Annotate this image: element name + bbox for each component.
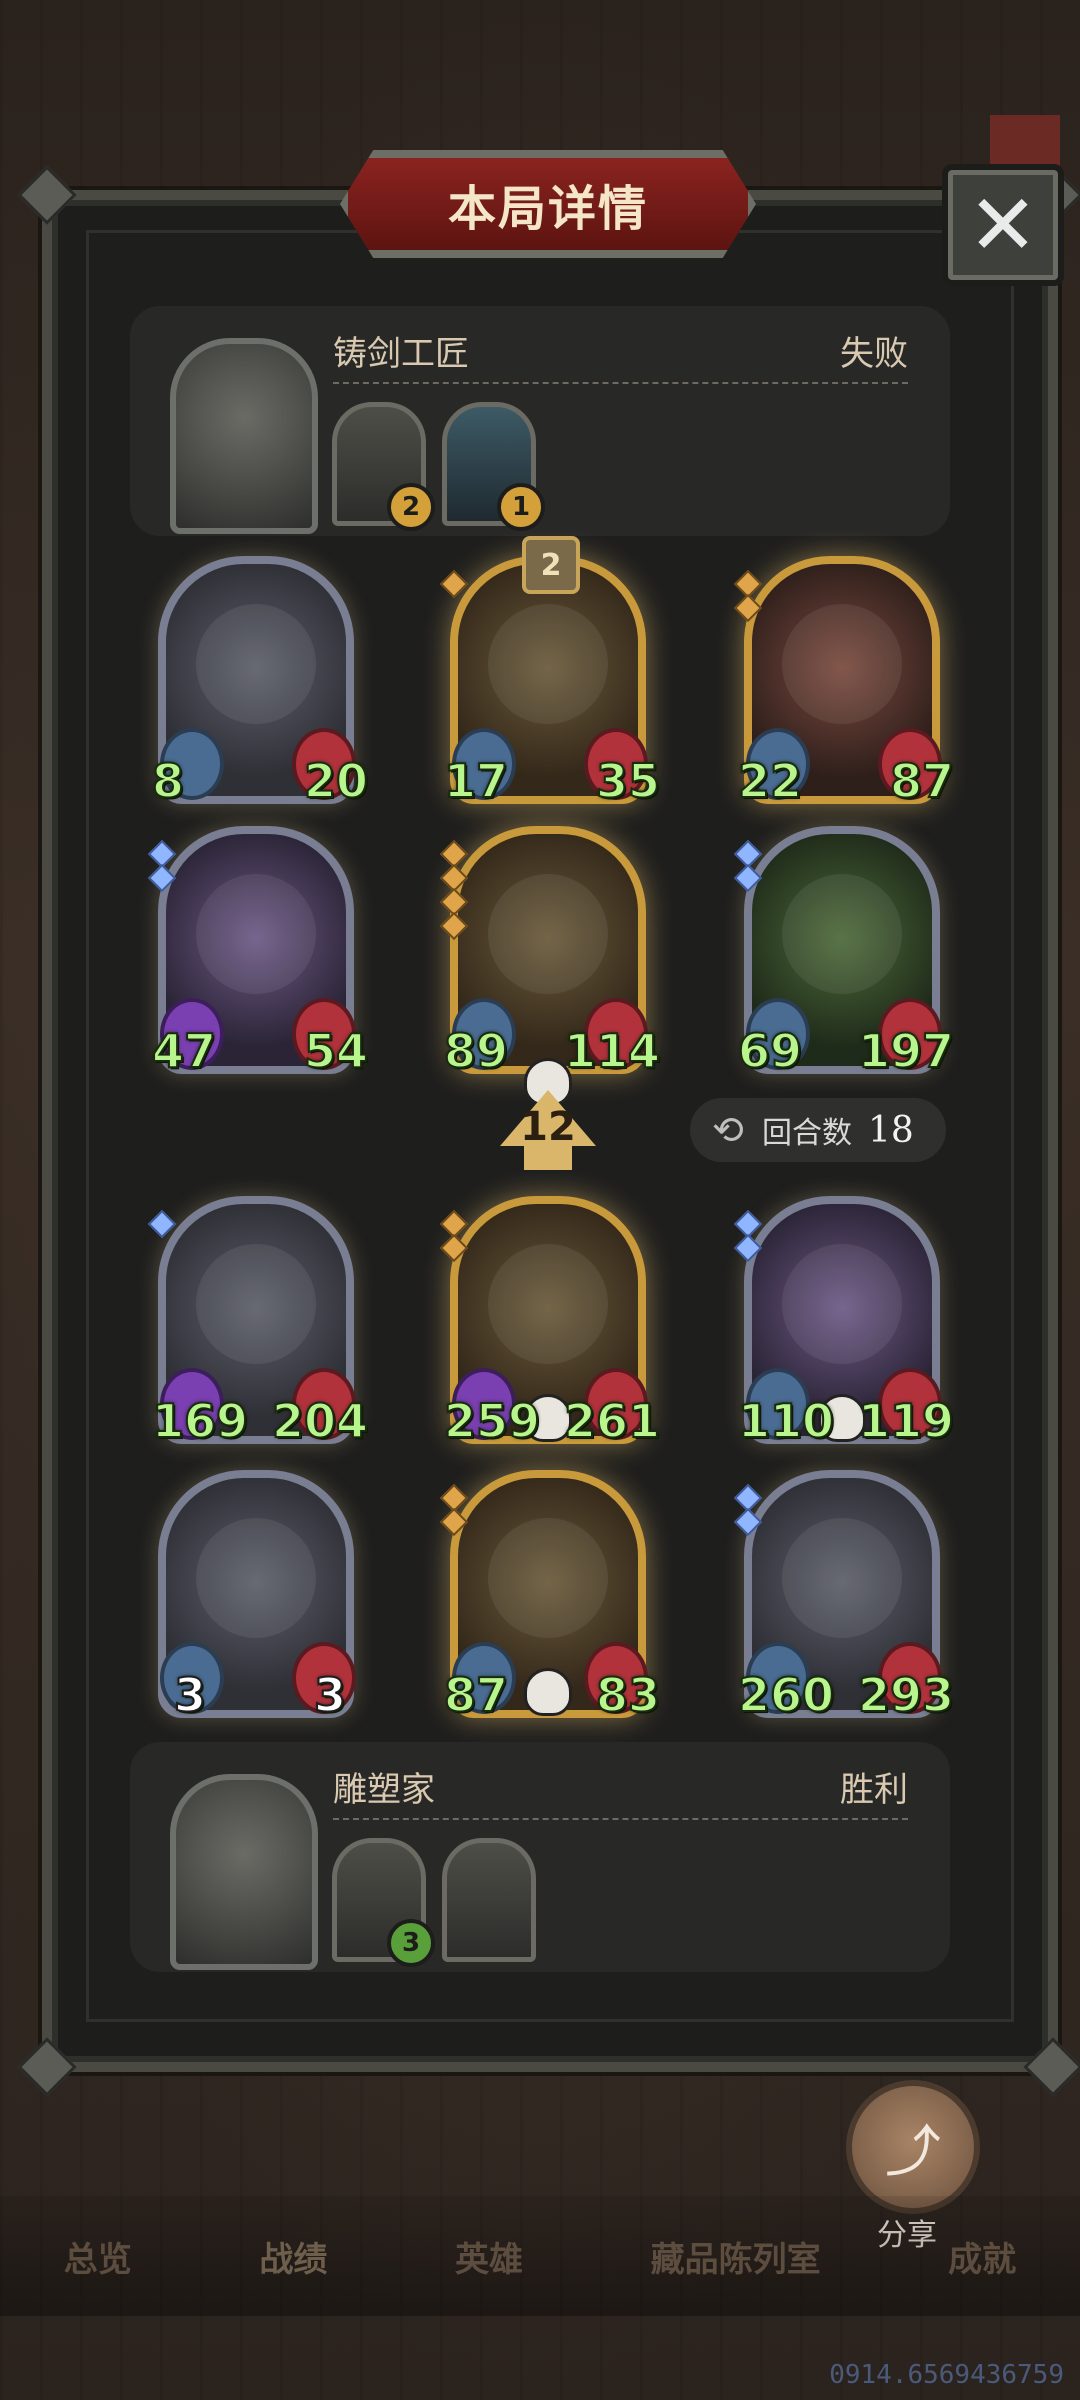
hero-art [196, 874, 316, 994]
rounds-value: 18 [868, 1109, 914, 1151]
hero-art [782, 604, 902, 724]
attack-value: 169 [151, 1393, 249, 1449]
tier-pips [733, 1209, 763, 1263]
refresh-icon: ⟲ [712, 1108, 744, 1152]
opponent-result: 失败 [840, 334, 908, 374]
hero-card-goblin[interactable]: 69 197 [733, 826, 955, 1079]
hero-art [196, 1244, 316, 1364]
hero-card-brute[interactable]: 260 293 [733, 1470, 955, 1723]
hero-card-rat[interactable]: 8 20 [151, 556, 369, 809]
attack-value: 47 [151, 1023, 217, 1079]
hero-art [488, 1244, 608, 1364]
opponent-avatar[interactable] [170, 338, 318, 534]
opponent-item-book[interactable]: 2 [332, 402, 435, 531]
nav-record[interactable]: 战绩 [259, 2232, 327, 2281]
hero-art [196, 1518, 316, 1638]
hero-card-clown[interactable]: 22 87 [733, 556, 955, 809]
item-count-badge: 1 [497, 483, 545, 531]
opponent-item-card[interactable]: 1 [442, 402, 545, 531]
health-value: 293 [857, 1667, 955, 1723]
attack-value: 17 [443, 753, 509, 809]
close-icon: ✕ [967, 176, 1039, 274]
hero-art [196, 604, 316, 724]
hero-card-bat[interactable]: 47 54 [147, 826, 369, 1079]
opponent-name: 铸剑工匠 [333, 334, 469, 374]
health-value: 261 [563, 1393, 661, 1449]
hero-art [782, 1518, 902, 1638]
tier-pips [439, 1209, 469, 1263]
tier-pips [733, 1483, 763, 1537]
hero-art [488, 1518, 608, 1638]
item-count-badge: 3 [387, 1919, 435, 1967]
health-value: 204 [271, 1393, 369, 1449]
attack-value: 259 [443, 1393, 541, 1449]
nav-heroes[interactable]: 英雄 [455, 2232, 523, 2281]
hero-card-flamingo[interactable]: 2 17 35 [439, 536, 661, 809]
hero-card-panther[interactable]: 259 261 [439, 1196, 661, 1449]
hero-art [782, 1244, 902, 1364]
title-plate: 本局详情 [340, 150, 756, 258]
close-button[interactable]: ✕ [942, 164, 1064, 286]
health-value: 54 [303, 1023, 369, 1079]
tier-pips [147, 1209, 177, 1239]
tier-pips [439, 839, 469, 941]
health-value: 114 [563, 1023, 661, 1079]
attack-value: 8 [151, 753, 185, 809]
self-item-relic[interactable] [442, 1838, 536, 1962]
attack-value: 69 [737, 1023, 803, 1079]
tier-pips [733, 839, 763, 893]
self-player-box: 雕塑家 胜利 3 [130, 1742, 950, 1972]
tier-pips [439, 569, 469, 599]
opponent-player-box: 铸剑工匠 失败 2 1 [130, 306, 950, 536]
attack-value: 110 [737, 1393, 835, 1449]
health-value: 197 [857, 1023, 955, 1079]
rounds-indicator: ⟲ 回合数 18 [690, 1098, 946, 1162]
self-avatar[interactable] [170, 1774, 318, 1970]
health-value: 119 [857, 1393, 955, 1449]
nav-achievements[interactable]: 成就 [948, 2232, 1016, 2281]
health-value: 35 [595, 753, 661, 809]
item-count-badge: 2 [387, 483, 435, 531]
star-badge: 2 [522, 536, 580, 594]
rounds-label: 回合数 [762, 1116, 852, 1151]
attack-value: 87 [443, 1667, 509, 1723]
tier-pips [439, 1483, 469, 1537]
share-button[interactable]: ⤴ [846, 2080, 980, 2214]
tier-pips [733, 569, 763, 623]
page-title: 本局详情 [447, 181, 648, 237]
hero-card-warrior[interactable]: 3 3 [158, 1470, 356, 1723]
health-value: 20 [303, 753, 369, 809]
hero-art [782, 874, 902, 994]
share-icon: ⤴ [885, 2119, 941, 2185]
hero-card-peacock[interactable]: 169 204 [147, 1196, 369, 1449]
watermark: 0914.6569436759 [829, 2360, 1064, 2390]
self-result: 胜利 [840, 1770, 908, 1810]
skull-icon [524, 1668, 572, 1716]
hero-art [488, 874, 608, 994]
health-value: 83 [595, 1667, 661, 1723]
hero-card-lobster[interactable]: 87 83 [439, 1470, 661, 1723]
divider [333, 382, 908, 384]
self-name: 雕塑家 [333, 1770, 435, 1810]
self-item-portrait[interactable]: 3 [332, 1838, 435, 1967]
attack-value: 3 [173, 1667, 207, 1723]
hero-card-axolotl[interactable]: 89 114 [439, 826, 661, 1106]
nav-collection[interactable]: 藏品陈列室 [651, 2232, 821, 2281]
level-value: 12 [520, 1104, 576, 1150]
tier-pips [147, 839, 177, 893]
hero-card-cow[interactable]: 110 119 [733, 1196, 955, 1449]
hero-art [488, 604, 608, 724]
attack-value: 260 [737, 1667, 835, 1723]
attack-value: 89 [443, 1023, 509, 1079]
health-value: 87 [889, 753, 955, 809]
divider [333, 1818, 908, 1820]
bottom-nav: 总览 战绩 英雄 藏品陈列室 成就 [0, 2196, 1080, 2316]
health-value: 3 [313, 1667, 347, 1723]
nav-overview[interactable]: 总览 [64, 2232, 132, 2281]
attack-value: 22 [737, 753, 803, 809]
